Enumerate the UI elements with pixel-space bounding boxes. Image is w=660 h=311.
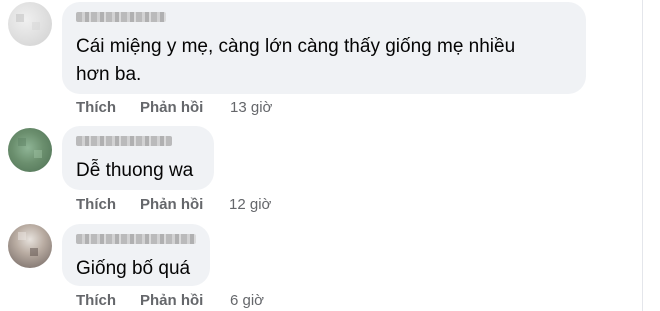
comment-text: hơn ba.: [76, 64, 142, 85]
comment-bubble: Giống bố quá: [62, 224, 210, 286]
comment-item: Dễ thuong wa Thích Phản hồi 12 giờ: [0, 122, 640, 218]
comment-actions: Thích Phản hồi 6 giờ: [76, 291, 376, 311]
comment-text: Cái miệng y mẹ, càng lớn càng thấy giống…: [76, 36, 516, 57]
like-button[interactable]: Thích: [76, 195, 116, 215]
comment-bubble: Cái miệng y mẹ, càng lớn càng thấy giống…: [62, 2, 586, 94]
scrollbar[interactable]: [642, 0, 660, 311]
comment-timestamp[interactable]: 13 giờ: [230, 98, 272, 118]
avatar[interactable]: [8, 128, 52, 172]
author-name-blurred[interactable]: [76, 12, 166, 22]
comment-actions: Thích Phản hồi 12 giờ: [76, 195, 376, 215]
reply-button[interactable]: Phản hồi: [140, 98, 203, 118]
avatar[interactable]: [8, 224, 52, 268]
author-name-blurred[interactable]: [76, 136, 172, 146]
comment-item: Cái miệng y mẹ, càng lớn càng thấy giống…: [0, 0, 640, 120]
comment-timestamp[interactable]: 12 giờ: [229, 195, 271, 215]
like-button[interactable]: Thích: [76, 291, 116, 311]
comment-timestamp[interactable]: 6 giờ: [230, 291, 264, 311]
avatar[interactable]: [8, 2, 52, 46]
comment-text: Giống bố quá: [76, 258, 191, 279]
comments-panel: Cái miệng y mẹ, càng lớn càng thấy giống…: [0, 0, 660, 311]
like-button[interactable]: Thích: [76, 98, 116, 118]
comment-actions: Thích Phản hồi 13 giờ: [76, 98, 376, 118]
author-name-blurred[interactable]: [76, 234, 196, 244]
reply-button[interactable]: Phản hồi: [140, 291, 203, 311]
comment-bubble: Dễ thuong wa: [62, 126, 214, 190]
comment-item: Giống bố quá Thích Phản hồi 6 giờ: [0, 222, 640, 311]
reply-button[interactable]: Phản hồi: [140, 195, 203, 215]
comment-text: Dễ thuong wa: [76, 160, 194, 181]
